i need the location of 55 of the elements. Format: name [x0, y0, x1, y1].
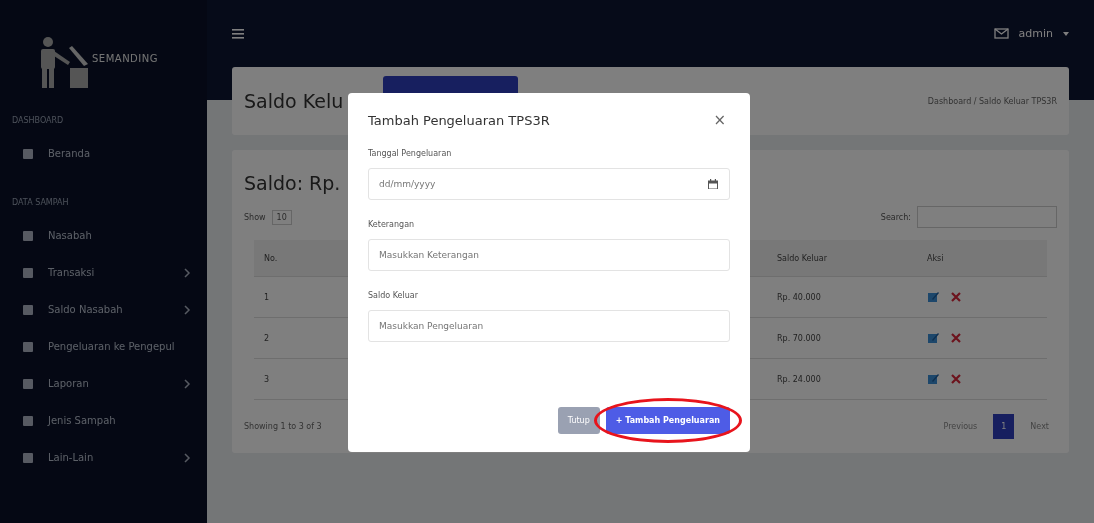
- edit-icon: [927, 291, 939, 303]
- delete-icon: [951, 374, 961, 384]
- input-field[interactable]: Masukkan Pengeluaran: [368, 310, 730, 342]
- chevron-icon: [183, 452, 191, 463]
- sidebar-item[interactable]: Beranda: [0, 135, 207, 172]
- table-cell: 3: [254, 358, 334, 400]
- chevron-icon: [183, 267, 191, 278]
- user-menu[interactable]: admin: [1018, 27, 1053, 40]
- mail-icon: [993, 27, 1009, 40]
- table-cell: Rp. 70.000: [767, 317, 917, 359]
- sidebar-item[interactable]: Saldo Nasabah: [0, 291, 207, 328]
- pagination-button[interactable]: 1: [993, 414, 1015, 439]
- table-info: Showing 1 to 3 of 3: [244, 422, 322, 431]
- sidebar-item[interactable]: Jenis Sampah: [0, 402, 207, 439]
- page-title: Saldo Kelu: [244, 90, 344, 112]
- sidebar-section-label: DASHBOARD: [11, 115, 65, 127]
- edit-icon: [927, 373, 939, 385]
- breadcrumb: Dashboard / Saldo Keluar TPS3R: [927, 96, 1057, 106]
- pagination-button[interactable]: Previous: [935, 416, 986, 437]
- pagination-button[interactable]: Next: [1022, 416, 1057, 437]
- table-cell: Rp. 40.000: [767, 276, 917, 318]
- caret-icon: [1063, 31, 1069, 36]
- sidebar-item[interactable]: Pengeluaran ke Pengepul: [0, 328, 207, 365]
- field-label: Tanggal Pengeluaran: [368, 149, 453, 158]
- table-cell: 1: [254, 276, 334, 318]
- sidebar-item[interactable]: Nasabah: [0, 217, 207, 254]
- brand-name: SEMANDING: [92, 53, 158, 66]
- field-label: Keterangan: [368, 220, 416, 229]
- date-field[interactable]: dd/mm/yyyy: [368, 168, 730, 200]
- field-label: Saldo Keluar: [368, 291, 419, 300]
- delete-icon: [951, 333, 961, 343]
- close-button[interactable]: Tutup: [557, 407, 600, 434]
- delete-icon: [951, 292, 961, 302]
- calendar-icon: [708, 179, 718, 189]
- search-field[interactable]: [917, 206, 1057, 228]
- column-header[interactable]: Saldo Keluar: [767, 240, 917, 277]
- add-button[interactable]: + Tambah Pengeluaran: [605, 407, 730, 434]
- column-header[interactable]: Aksi: [917, 240, 1047, 277]
- sidebar-section-label: DATA SAMPAH: [11, 197, 70, 209]
- modal-title: Tambah Pengeluaran TPS3R: [368, 112, 550, 128]
- entries-select[interactable]: 10: [271, 209, 292, 225]
- sidebar-item[interactable]: Laporan: [0, 365, 207, 402]
- table-cell: 2: [254, 317, 334, 359]
- edit-icon: [927, 332, 939, 344]
- close-button[interactable]: ×: [709, 111, 730, 129]
- search-label: Search:: [880, 212, 911, 222]
- show-label: Show: [244, 212, 266, 222]
- table-cell: Rp. 24.000: [767, 358, 917, 400]
- column-header[interactable]: No.: [254, 240, 334, 277]
- input-field[interactable]: Masukkan Keterangan: [368, 239, 730, 271]
- balance-title: Saldo: Rp.: [244, 172, 341, 194]
- sidebar-item[interactable]: Lain-Lain: [0, 439, 207, 476]
- chevron-icon: [183, 378, 191, 389]
- chevron-icon: [183, 304, 191, 315]
- sidebar-item[interactable]: Transaksi: [0, 254, 207, 291]
